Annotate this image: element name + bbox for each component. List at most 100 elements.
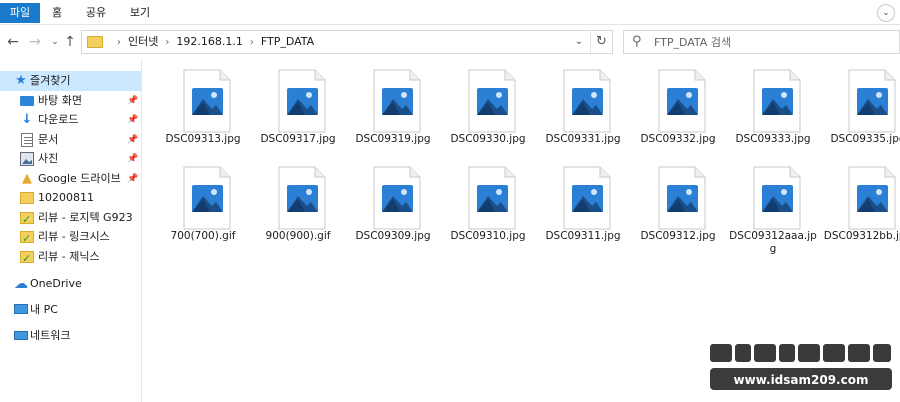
google-drive-icon: ▲ [22,171,32,186]
file-name: DSC09310.jpg [450,230,526,242]
file-item[interactable]: DSC09311.jpg [537,156,629,256]
search-input[interactable] [654,33,894,51]
sidebar-item-label: 다운로드 [38,113,79,126]
up-arrow-icon[interactable]: ↑ [61,33,79,51]
download-icon: ↓ [21,112,33,127]
sidebar-item-network[interactable]: 네트워크 [0,326,141,346]
watermark-logo: www.idsam209.com [710,344,892,390]
refresh-icon[interactable]: ↻ [590,31,612,53]
document-icon [21,133,33,147]
back-arrow-icon[interactable]: ← [4,33,22,51]
image-file-icon [848,166,896,230]
pin-icon: 📌 [127,115,139,125]
file-name: DSC09317.jpg [260,133,336,145]
search-icon: ⚲ [632,34,642,49]
breadcrumb-item-folder[interactable]: FTP_DATA [261,35,314,48]
image-file-icon [183,69,231,133]
file-item[interactable]: 900(900).gif [252,156,344,256]
tab-home[interactable]: 홈 [50,3,64,23]
image-file-icon [373,69,421,133]
folder-icon [87,36,103,48]
sidebar-item-google-drive[interactable]: ▲ Google 드라이브 📌 [0,169,141,189]
sidebar-item-pictures[interactable]: 사진 📌 [0,149,141,169]
pictures-icon [20,152,34,166]
breadcrumb-item-host[interactable]: 192.168.1.1 [176,35,242,48]
image-file-icon [278,69,326,133]
image-file-icon [468,166,516,230]
image-file-icon [658,69,706,133]
file-item[interactable]: DSC09313.jpg [157,59,249,159]
file-item[interactable]: DSC09332.jpg [632,59,724,159]
image-file-icon [658,166,706,230]
file-item[interactable]: DSC09335.jpg [822,59,900,159]
address-bar[interactable]: › 인터넷 › 192.168.1.1 › FTP_DATA ⌄ ↻ [81,30,613,54]
sidebar-item-folder-review-xenics[interactable]: 리뷰 - 제닉스 [0,247,141,269]
folder-sync-icon [20,249,34,269]
image-file-icon [563,69,611,133]
sidebar-item-label: 리뷰 - 링크시스 [38,230,110,243]
file-name: DSC09313.jpg [165,133,241,145]
file-item[interactable]: DSC09312.jpg [632,156,724,256]
file-name: DSC09319.jpg [355,133,431,145]
sidebar-item-folder-review-linksys[interactable]: 리뷰 - 링크시스 [0,227,141,249]
image-file-icon [183,166,231,230]
image-file-icon [753,166,801,230]
breadcrumb: › 인터넷 › 192.168.1.1 › FTP_DATA [110,31,314,53]
sidebar-item-label: 리뷰 - 로지텍 G923 [38,211,133,224]
sidebar-item-quick-access[interactable]: ★ 즐겨찾기 [0,71,141,91]
sidebar-item-folder-10200811[interactable]: 10200811 [0,188,141,208]
ribbon-bar: 파일 홈 공유 보기 ⌄ [0,0,900,25]
breadcrumb-separator-icon: › [165,37,170,48]
tab-file[interactable]: 파일 [0,3,40,23]
sidebar-item-label: OneDrive [30,277,82,290]
file-item[interactable]: 700(700).gif [157,156,249,256]
tab-view[interactable]: 보기 [128,3,152,23]
file-item[interactable]: DSC09312bb.jpg [822,156,900,256]
star-icon: ★ [15,73,27,88]
forward-arrow-icon[interactable]: → [26,33,44,51]
folder-icon [20,192,34,204]
sidebar-item-downloads[interactable]: ↓ 다운로드 📌 [0,110,141,130]
sidebar-item-desktop[interactable]: 바탕 화면 📌 [0,91,141,111]
image-file-icon [753,69,801,133]
file-item[interactable]: DSC09319.jpg [347,59,439,159]
watermark-url: www.idsam209.com [734,373,869,387]
file-name: DSC09332.jpg [640,133,716,145]
navigation-pane: ★ 즐겨찾기 바탕 화면 📌 ↓ 다운로드 📌 문서 📌 사진 📌 ▲ Goog… [0,59,142,402]
sidebar-item-folder-review-logitech[interactable]: 리뷰 - 로지텍 G923 [0,208,141,230]
file-name: DSC09312aaa.jpg [729,230,817,255]
breadcrumb-separator-icon: › [249,37,254,48]
breadcrumb-separator-icon: › [117,37,121,48]
pin-icon: 📌 [127,154,139,164]
sidebar-item-label: 내 PC [30,303,58,316]
image-file-icon [848,69,896,133]
address-dropdown-icon[interactable]: ⌄ [570,31,588,53]
computer-icon [14,304,28,314]
sidebar-item-this-pc[interactable]: 내 PC [0,300,141,320]
pin-icon: 📌 [127,174,139,184]
file-item[interactable]: DSC09331.jpg [537,59,629,159]
sidebar-item-documents[interactable]: 문서 📌 [0,130,141,150]
file-item[interactable]: DSC09310.jpg [442,156,534,256]
breadcrumb-item-internet[interactable]: 인터넷 [128,35,158,48]
file-item[interactable]: DSC09330.jpg [442,59,534,159]
image-file-icon [468,69,516,133]
search-box[interactable]: ⚲ [623,30,900,54]
file-item[interactable]: DSC09333.jpg [727,59,819,159]
image-file-icon [373,166,421,230]
expand-ribbon-icon[interactable]: ⌄ [877,4,895,22]
desktop-icon [20,96,34,106]
cloud-icon: ☁ [14,276,28,292]
file-name: DSC09330.jpg [450,133,526,145]
file-name: DSC09312.jpg [640,230,716,242]
sidebar-item-label: 네트워크 [30,329,71,342]
file-item[interactable]: DSC09317.jpg [252,59,344,159]
sidebar-item-label: 리뷰 - 제닉스 [38,250,100,263]
file-name: DSC09333.jpg [735,133,811,145]
sidebar-item-onedrive[interactable]: ☁ OneDrive [0,274,141,294]
file-item[interactable]: DSC09312aaa.jpg [727,156,819,256]
file-item[interactable]: DSC09309.jpg [347,156,439,256]
sidebar-item-label: 바탕 화면 [38,94,82,107]
image-file-icon [563,166,611,230]
tab-share[interactable]: 공유 [84,3,108,23]
